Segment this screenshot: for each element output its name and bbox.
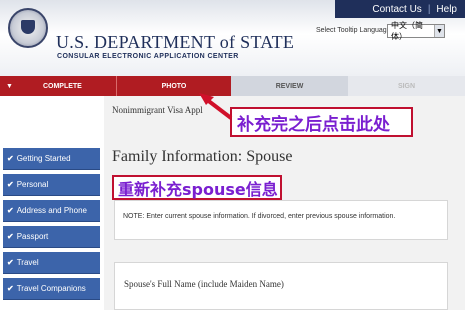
tooltip-language-label: Select Tooltip Language	[316, 27, 391, 34]
annotation-callout-click-here: 补充完之后点击此处	[230, 107, 413, 137]
sidebar-item-passport[interactable]: ✔ Passport	[3, 226, 100, 248]
contact-us-link[interactable]: Contact Us	[372, 4, 421, 15]
checkmark-icon: ✔	[7, 206, 14, 215]
sidebar-item-travel[interactable]: ✔ Travel	[3, 252, 100, 274]
department-title: U.S. DEPARTMENT of STATE	[56, 32, 295, 52]
tab-complete-label: COMPLETE	[42, 82, 82, 90]
tab-photo[interactable]: PHOTO	[116, 76, 231, 96]
checkmark-icon: ✔	[7, 258, 14, 267]
page-title: Family Information: Spouse	[112, 148, 293, 165]
sidebar-item-label: Address and Phone	[16, 206, 87, 215]
annotation-callout-refill-spouse: 重新补充spouse信息	[112, 175, 282, 200]
department-subtitle: CONSULAR ELECTRONIC APPLICATION CENTER	[57, 53, 239, 60]
sidebar-item-label: Getting Started	[16, 154, 71, 163]
link-separator: |	[427, 3, 431, 15]
application-progress-tabs: ▼ COMPLETE PHOTO REVIEW SIGN	[0, 76, 465, 96]
spouse-full-name-label: Spouse's Full Name (include Maiden Name)	[124, 279, 284, 289]
sidebar-item-address-and-phone[interactable]: ✔ Address and Phone	[3, 200, 100, 222]
sidebar-item-label: Personal	[16, 180, 49, 189]
caret-down-icon: ▼	[6, 82, 13, 90]
us-department-of-state-seal-icon	[8, 8, 48, 48]
sidebar-item-label: Travel	[16, 258, 39, 267]
tab-review[interactable]: REVIEW	[231, 76, 348, 96]
site-header: U.S. DEPARTMENT of STATE CONSULAR ELECTR…	[0, 0, 465, 76]
sidebar-item-label: Passport	[16, 232, 49, 241]
tab-complete[interactable]: ▼ COMPLETE	[0, 76, 116, 96]
checkmark-icon: ✔	[7, 180, 14, 189]
chevron-down-icon: ▼	[434, 25, 444, 37]
tab-sign: SIGN	[348, 76, 465, 96]
sidebar-item-label: Travel Companions	[16, 284, 86, 293]
tooltip-language-select[interactable]: 中文（简体） ▼	[387, 21, 445, 41]
tooltip-language-value: 中文（简体）	[391, 21, 423, 41]
note-text: NOTE: Enter current spouse information. …	[123, 213, 396, 220]
page-breadcrumb: Nonimmigrant Visa Appl	[112, 105, 203, 115]
help-link[interactable]: Help	[436, 4, 457, 15]
sidebar-item-travel-companions[interactable]: ✔ Travel Companions	[3, 278, 100, 300]
checkmark-icon: ✔	[7, 284, 14, 293]
sidebar-item-personal[interactable]: ✔ Personal	[3, 174, 100, 196]
sidebar-nav: ✔ Getting Started ✔ Personal ✔ Address a…	[0, 96, 100, 310]
checkmark-icon: ✔	[7, 232, 14, 241]
note-box: NOTE: Enter current spouse information. …	[114, 200, 448, 240]
checkmark-icon: ✔	[7, 154, 14, 163]
top-links-bar: Contact Us | Help	[335, 0, 465, 18]
sidebar-item-getting-started[interactable]: ✔ Getting Started	[3, 148, 100, 170]
